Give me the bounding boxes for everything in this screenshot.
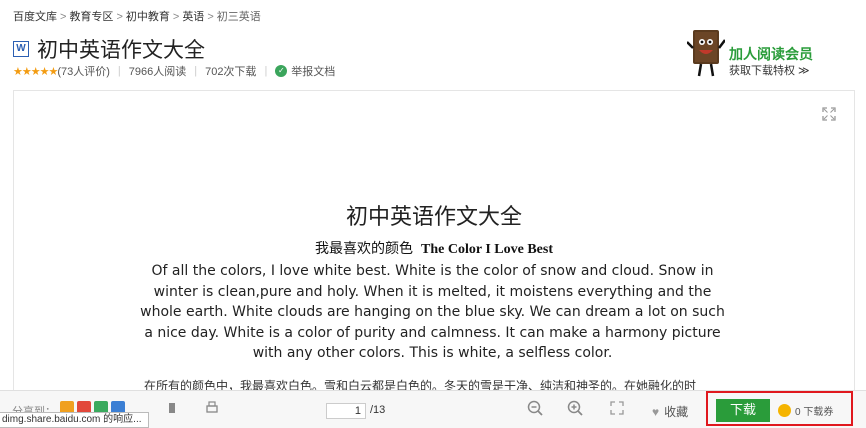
breadcrumb-link[interactable]: 教育专区 <box>69 11 113 23</box>
book-mascot-icon <box>687 30 725 77</box>
breadcrumb-separator: > <box>116 11 123 23</box>
browser-status-bar: dimg.share.baidu.com 的响应... <box>0 412 149 428</box>
download-button[interactable]: 下载 <box>716 399 770 422</box>
vip-promo[interactable]: 加人阅读会员 获取下载特权 ≫ <box>685 24 855 84</box>
get-privilege-link[interactable]: 获取下载特权 ≫ <box>729 62 810 78</box>
breadcrumb-separator: > <box>172 11 180 23</box>
document-viewer: 初中英语作文大全 我最喜欢的颜色 The Color I Love Best Of… <box>13 90 855 393</box>
coin-icon <box>778 404 791 417</box>
fullscreen-icon[interactable] <box>822 107 836 121</box>
doc-meta: ★★★★★ (73人评价) | 7966人阅读 | 702次下载 | ✓ 举报文… <box>13 63 335 79</box>
page-heading: 初中英语作文大全 <box>345 205 522 230</box>
divider: | <box>194 65 198 77</box>
breadcrumb-link[interactable]: 百度文库 <box>13 11 57 23</box>
rating-count[interactable]: (73人评价) <box>57 63 110 79</box>
breadcrumb: 百度文库 > 教育专区 > 初中教育 > 英语 > 初三英语 <box>13 8 261 24</box>
divider: | <box>264 65 268 77</box>
zoom-out-icon[interactable] <box>527 400 543 416</box>
doc-title: 初中英语作文大全 <box>37 38 205 62</box>
download-count: 702次下载 <box>205 66 257 78</box>
word-doc-icon: W <box>13 41 29 57</box>
page-number-input[interactable]: 1 <box>326 403 366 419</box>
rating-stars-icon: ★★★★★ <box>13 65 58 78</box>
breadcrumb-link[interactable]: 初中教育 <box>126 11 170 23</box>
report-link[interactable]: 举报文档 <box>291 63 335 79</box>
download-highlight: 下载 0 下载券 <box>706 391 853 426</box>
breadcrumb-separator: > <box>207 11 214 23</box>
coupon-count: 0 下载券 <box>795 407 834 418</box>
page-subtitle: 我最喜欢的颜色 The Color I Love Best <box>14 238 854 258</box>
shield-icon: ✓ <box>275 65 288 77</box>
read-count: 7966人阅读 <box>128 66 187 78</box>
print-icon[interactable] <box>205 401 219 415</box>
doc-title-row: W 初中英语作文大全 <box>13 34 205 64</box>
favorite-button[interactable]: ♥ 收藏 <box>652 403 688 420</box>
breadcrumb-current[interactable]: 初三英语 <box>217 11 261 23</box>
subtitle-en: The Color I Love Best <box>421 242 553 257</box>
join-vip-link[interactable]: 加人阅读会员 <box>729 44 813 64</box>
fullscreen-icon[interactable] <box>610 401 624 415</box>
download-coupon: 0 下载券 <box>778 403 833 418</box>
subtitle-cn: 我最喜欢的颜色 <box>315 240 414 256</box>
bookmark-icon[interactable] <box>165 401 179 415</box>
page-total: /13 <box>370 404 386 416</box>
heart-icon: ♥ <box>652 404 660 419</box>
page-body-text: Of all the colors, I love white best. Wh… <box>140 263 725 361</box>
breadcrumb-link[interactable]: 英语 <box>182 11 204 23</box>
divider: | <box>117 65 121 77</box>
zoom-in-icon[interactable] <box>567 400 583 416</box>
favorite-label: 收藏 <box>664 405 689 419</box>
breadcrumb-separator: > <box>60 11 67 23</box>
